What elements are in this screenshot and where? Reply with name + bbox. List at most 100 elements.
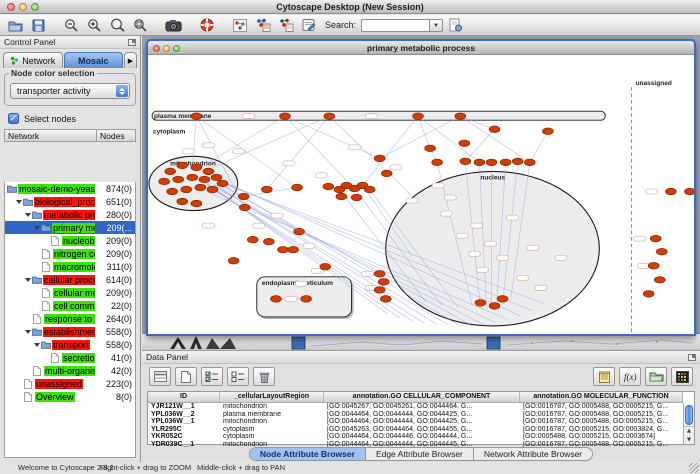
graph-node[interactable] bbox=[228, 257, 239, 264]
graph-node[interactable] bbox=[378, 279, 389, 286]
zoom-out-button[interactable] bbox=[61, 16, 82, 34]
network-window-titlebar[interactable]: primary metabolic process bbox=[148, 41, 694, 55]
import-attributes-button[interactable] bbox=[645, 367, 667, 386]
graph-node[interactable] bbox=[413, 113, 424, 120]
graph-node[interactable] bbox=[211, 174, 222, 181]
tree-row[interactable]: nitrogen compo209(0) bbox=[5, 247, 135, 260]
graph-node[interactable] bbox=[320, 263, 331, 270]
attribute-list-button[interactable] bbox=[593, 367, 615, 386]
tree-row[interactable]: mosaic-demo-yeast874(0) bbox=[5, 182, 135, 195]
tree-column-network[interactable]: Network bbox=[4, 129, 96, 142]
save-session-button[interactable] bbox=[28, 16, 49, 34]
table-row[interactable]: YKR052Ccytoplasm[GO:0044464, GO:0044446,… bbox=[148, 433, 683, 441]
graph-node[interactable] bbox=[173, 176, 184, 183]
network-window[interactable]: primary metabolic process nucleusmitocho… bbox=[146, 39, 696, 336]
function-builder-button[interactable]: f(x) bbox=[619, 367, 641, 386]
table-row[interactable]: YLR295Ccytoplasm[GO:0045263, GO:0044464,… bbox=[148, 426, 683, 434]
graph-node[interactable] bbox=[294, 228, 305, 235]
graph-node[interactable] bbox=[474, 159, 485, 166]
graph-node[interactable] bbox=[324, 113, 335, 120]
table-row[interactable]: YPL036W__1mitochondrion[GO:0044464, GO:0… bbox=[148, 418, 683, 426]
graph-node[interactable] bbox=[654, 276, 665, 283]
graph-node[interactable] bbox=[685, 188, 694, 195]
zoom-button[interactable] bbox=[31, 3, 39, 11]
new-attribute-button[interactable] bbox=[175, 367, 197, 386]
graph-node[interactable] bbox=[280, 113, 291, 120]
graph-node[interactable] bbox=[381, 170, 392, 177]
graph-node[interactable] bbox=[323, 183, 334, 190]
graph-node[interactable] bbox=[247, 236, 258, 243]
scroll-down-icon[interactable]: ▼ bbox=[684, 436, 694, 445]
graph-node[interactable] bbox=[177, 198, 188, 205]
tree-row[interactable]: cell communicat22(0) bbox=[5, 299, 135, 312]
matrix-button[interactable] bbox=[671, 367, 693, 386]
graph-node[interactable] bbox=[489, 303, 500, 310]
graph-node[interactable] bbox=[301, 296, 312, 303]
graph-node[interactable] bbox=[351, 194, 362, 201]
network-view-button[interactable] bbox=[229, 16, 250, 34]
graph-node[interactable] bbox=[181, 186, 192, 193]
table-mode-button[interactable] bbox=[149, 367, 171, 386]
graph-node[interactable] bbox=[263, 238, 274, 245]
graph-node[interactable] bbox=[374, 270, 385, 277]
node-color-combobox[interactable]: transporter activity bbox=[10, 83, 130, 99]
search-dropdown-button[interactable]: ▼ bbox=[429, 19, 443, 32]
graph-node[interactable] bbox=[167, 188, 178, 195]
tab-network-attribute-browser[interactable]: Network Attribute Browser bbox=[474, 448, 592, 460]
search-options-button[interactable] bbox=[445, 16, 466, 34]
resize-grip[interactable] bbox=[689, 463, 699, 473]
graph-node[interactable] bbox=[524, 159, 535, 166]
scroll-up-icon[interactable]: ▲ bbox=[684, 427, 694, 436]
graph-node[interactable] bbox=[425, 145, 436, 152]
graph-node[interactable] bbox=[191, 200, 202, 207]
zoom-fit-button[interactable] bbox=[107, 16, 128, 34]
graph-node[interactable] bbox=[165, 168, 176, 175]
expander-icon[interactable] bbox=[34, 226, 40, 233]
search-input[interactable] bbox=[361, 19, 429, 32]
float-panel-icon[interactable] bbox=[128, 39, 136, 46]
annotation-button[interactable] bbox=[298, 16, 319, 34]
graph-node[interactable] bbox=[199, 176, 210, 183]
tree-row[interactable]: cellular process614(0) bbox=[5, 273, 135, 286]
graph-node[interactable] bbox=[648, 262, 659, 269]
tree-row[interactable]: response to stimulu264(0) bbox=[5, 312, 135, 325]
table-row[interactable]: YJR121W__1mitochondrion[GO:0045267, GO:0… bbox=[148, 403, 683, 411]
select-nodes-checkbox[interactable]: ✓ bbox=[8, 113, 19, 124]
tree-row[interactable]: transport558(0) bbox=[5, 338, 135, 351]
graph-node[interactable] bbox=[542, 128, 553, 135]
graph-node[interactable] bbox=[187, 174, 198, 181]
graph-node[interactable] bbox=[643, 291, 654, 298]
network-canvas[interactable]: nucleusmitochondrionplasma membraneendop… bbox=[148, 55, 694, 334]
tree-column-nodes[interactable]: Nodes bbox=[96, 129, 136, 142]
tab-node-attribute-browser[interactable]: Node Attribute Browser bbox=[250, 448, 366, 460]
tab-overflow-button[interactable]: ▶ bbox=[124, 52, 137, 68]
tree-row[interactable]: metabolic process280(0) bbox=[5, 208, 135, 221]
delete-attribute-button[interactable] bbox=[253, 367, 275, 386]
graph-node[interactable] bbox=[217, 180, 228, 187]
table-scrollbar[interactable]: ▲▼ bbox=[683, 403, 694, 444]
graph-node[interactable] bbox=[278, 246, 289, 253]
graph-node[interactable] bbox=[374, 287, 385, 294]
destroy-view-button[interactable] bbox=[275, 16, 296, 34]
column-header-id[interactable]: ID bbox=[148, 392, 220, 402]
graph-node[interactable] bbox=[159, 178, 170, 185]
graph-node[interactable] bbox=[665, 188, 676, 195]
graph-node[interactable] bbox=[497, 296, 508, 303]
graph-node[interactable] bbox=[288, 246, 299, 253]
scrollbar-thumb[interactable] bbox=[685, 405, 693, 425]
help-button[interactable] bbox=[196, 16, 217, 34]
tree-row[interactable]: Overview8(0) bbox=[5, 390, 135, 403]
graph-node[interactable] bbox=[207, 186, 218, 193]
graph-node[interactable] bbox=[238, 193, 249, 200]
expander-icon[interactable] bbox=[34, 343, 40, 350]
tree-row[interactable]: multi-organism pro42(0) bbox=[5, 364, 135, 377]
graph-node[interactable] bbox=[475, 300, 486, 307]
graph-node[interactable] bbox=[432, 159, 443, 166]
network-minimize-button[interactable] bbox=[163, 45, 170, 52]
open-session-button[interactable] bbox=[5, 16, 26, 34]
create-view-button[interactable] bbox=[252, 16, 273, 34]
graph-node[interactable] bbox=[374, 155, 385, 162]
graph-node[interactable] bbox=[203, 168, 214, 175]
expander-icon[interactable] bbox=[25, 278, 31, 285]
column-header-region[interactable]: _cellularLayoutRegion bbox=[220, 392, 324, 402]
